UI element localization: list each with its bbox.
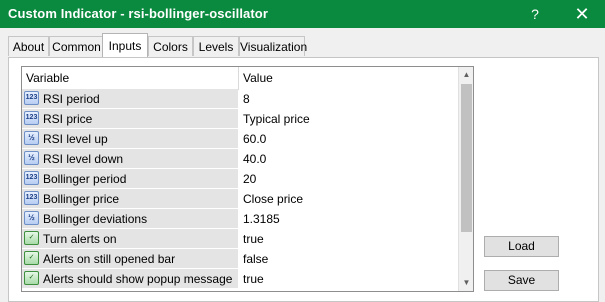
grid-row[interactable]: 123 Bollinger period 20 [22, 169, 458, 189]
inputs-grid[interactable]: Variable Value 123 RSI period 8 123 RSI … [21, 66, 474, 292]
variable-name: Alerts should show popup message [43, 272, 233, 286]
tab-levels[interactable]: Levels [193, 36, 239, 56]
variable-name: Bollinger price [43, 192, 120, 206]
grid-row[interactable]: ½ RSI level down 40.0 [22, 149, 458, 169]
tab-colors[interactable]: Colors [148, 36, 193, 56]
bool-icon: ✓ [24, 231, 39, 245]
variable-name: RSI price [43, 112, 93, 126]
help-button[interactable]: ? [512, 0, 558, 28]
save-button[interactable]: Save [484, 270, 559, 291]
value-text: 1.3185 [243, 212, 280, 226]
double-icon: ½ [24, 151, 39, 165]
column-divider[interactable] [238, 67, 239, 89]
value-text: Typical price [243, 112, 310, 126]
grid-row[interactable]: 123 RSI period 8 [22, 89, 458, 109]
tab-inputs[interactable]: Inputs [102, 33, 148, 57]
grid-row[interactable]: 123 RSI price Typical price [22, 109, 458, 129]
variable-cell[interactable]: ½ RSI level up [22, 129, 238, 148]
column-header-value[interactable]: Value [243, 71, 273, 85]
value-text: false [243, 252, 269, 266]
value-cell[interactable]: 8 [239, 89, 458, 108]
value-cell[interactable]: Close price [239, 189, 458, 208]
variable-cell[interactable]: 123 Bollinger period [22, 169, 238, 188]
column-header-variable[interactable]: Variable [26, 71, 69, 85]
variable-name: Alerts on still opened bar [43, 252, 176, 266]
bool-icon: ✓ [24, 251, 39, 265]
variable-cell[interactable]: 123 Bollinger price [22, 189, 238, 208]
value-text: 20 [243, 172, 257, 186]
grid-row[interactable]: ✓ Alerts on still opened bar false [22, 249, 458, 269]
bool-icon: ✓ [24, 271, 39, 285]
value-cell[interactable]: true [239, 269, 458, 288]
tab-about[interactable]: About [8, 36, 49, 56]
enum-icon: 123 [24, 111, 39, 125]
variable-cell[interactable]: ✓ Turn alerts on [22, 229, 238, 248]
variable-name: Turn alerts on [43, 232, 117, 246]
tab-visualization[interactable]: Visualization [239, 36, 307, 56]
value-cell[interactable]: 1.3185 [239, 209, 458, 228]
variable-name: Bollinger deviations [43, 212, 148, 226]
value-text: 40.0 [243, 152, 267, 166]
value-cell[interactable]: false [239, 249, 458, 268]
value-cell[interactable]: Typical price [239, 109, 458, 128]
vertical-scrollbar[interactable]: ▲ ▼ [458, 67, 473, 291]
value-text: 8 [243, 92, 250, 106]
variable-name: RSI level up [43, 132, 108, 146]
value-text: true [243, 272, 264, 286]
double-icon: ½ [24, 131, 39, 145]
value-text: Close price [243, 192, 304, 206]
grid-row[interactable]: ½ Bollinger deviations 1.3185 [22, 209, 458, 229]
value-cell[interactable]: 40.0 [239, 149, 458, 168]
variable-cell[interactable]: ½ RSI level down [22, 149, 238, 168]
scroll-thumb[interactable] [461, 84, 472, 232]
value-text: 60.0 [243, 132, 267, 146]
grid-row[interactable]: ½ RSI level up 60.0 [22, 129, 458, 149]
value-cell[interactable]: 20 [239, 169, 458, 188]
close-button[interactable]: ✕ [559, 0, 605, 28]
grid-row[interactable]: 123 Bollinger price Close price [22, 189, 458, 209]
variable-cell[interactable]: ✓ Alerts on still opened bar [22, 249, 238, 268]
grid-row[interactable]: ✓ Alerts should show popup message true [22, 269, 458, 289]
integer-icon: 123 [24, 171, 39, 185]
variable-cell[interactable]: 123 RSI price [22, 109, 238, 128]
window-title: Custom Indicator - rsi-bollinger-oscilla… [8, 6, 268, 21]
tab-common[interactable]: Common [49, 36, 104, 56]
grid-row[interactable]: ✓ Turn alerts on true [22, 229, 458, 249]
value-cell[interactable]: 60.0 [239, 129, 458, 148]
variable-cell[interactable]: ✓ Alerts should show popup message [22, 269, 238, 288]
double-icon: ½ [24, 211, 39, 225]
title-bar: Custom Indicator - rsi-bollinger-oscilla… [0, 0, 605, 28]
variable-cell[interactable]: ½ Bollinger deviations [22, 209, 238, 228]
scroll-down-icon[interactable]: ▼ [459, 275, 473, 291]
scroll-up-icon[interactable]: ▲ [459, 67, 473, 83]
value-cell[interactable]: true [239, 229, 458, 248]
grid-header: Variable Value [22, 67, 458, 90]
variable-name: RSI period [43, 92, 100, 106]
value-text: true [243, 232, 264, 246]
variable-name: RSI level down [43, 152, 124, 166]
variable-name: Bollinger period [43, 172, 127, 186]
integer-icon: 123 [24, 91, 39, 105]
load-button[interactable]: Load [484, 236, 559, 257]
variable-cell[interactable]: 123 RSI period [22, 89, 238, 108]
enum-icon: 123 [24, 191, 39, 205]
